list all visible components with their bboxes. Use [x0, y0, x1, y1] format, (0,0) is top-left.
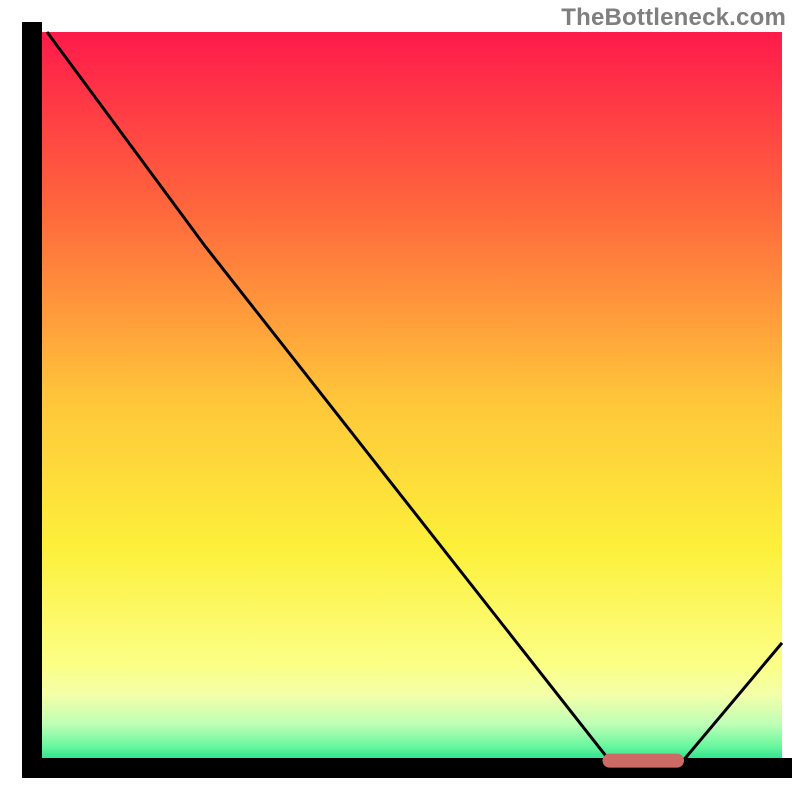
plot-background	[32, 32, 782, 768]
bottleneck-chart	[0, 0, 800, 800]
chart-wrapper: TheBottleneck.com	[0, 0, 800, 800]
watermark-text: TheBottleneck.com	[561, 4, 786, 32]
